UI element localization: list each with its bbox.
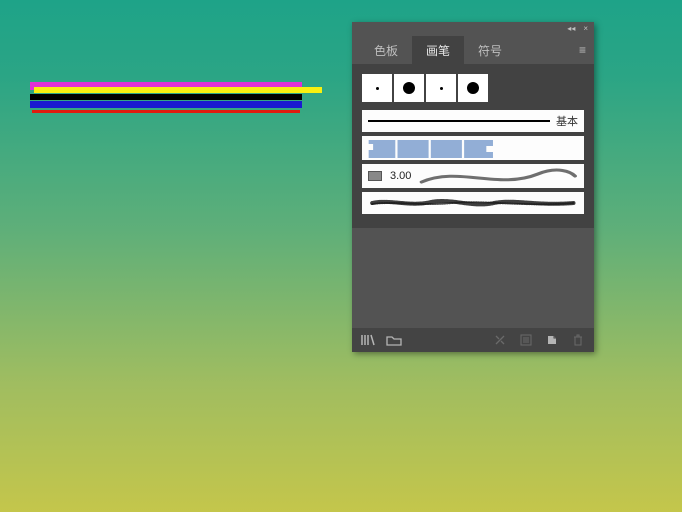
brush-tip-row bbox=[362, 74, 584, 102]
dot-icon bbox=[376, 87, 379, 90]
stroke-red bbox=[32, 110, 300, 113]
new-brush-icon[interactable] bbox=[544, 333, 560, 347]
brush-tip-3[interactable] bbox=[426, 74, 456, 102]
dot-icon bbox=[403, 82, 415, 94]
brush-tip-2[interactable] bbox=[394, 74, 424, 102]
panel-titlebar: ◂◂ × bbox=[352, 22, 594, 36]
collapse-icon[interactable]: ◂◂ bbox=[567, 25, 575, 33]
break-link-icon bbox=[492, 333, 508, 347]
wave-icon bbox=[419, 164, 578, 188]
panel-tabs: 色板 画笔 符号 ≡ bbox=[352, 36, 594, 64]
basic-label: 基本 bbox=[556, 113, 578, 129]
panel-menu-icon[interactable]: ≡ bbox=[571, 36, 594, 64]
tab-swatches[interactable]: 色板 bbox=[360, 36, 412, 64]
stroke-black bbox=[30, 94, 302, 100]
brush-artistic[interactable] bbox=[362, 192, 584, 214]
tab-symbols[interactable]: 符号 bbox=[464, 36, 516, 64]
charcoal-icon bbox=[368, 192, 578, 214]
options-icon bbox=[518, 333, 534, 347]
stroke-weight-value: 3.00 bbox=[390, 170, 411, 182]
brush-calligraphic[interactable] bbox=[362, 136, 584, 160]
stroke-yellow bbox=[34, 87, 322, 93]
stroke-blue bbox=[30, 101, 302, 108]
close-icon[interactable]: × bbox=[583, 25, 588, 33]
brush-tip-1[interactable] bbox=[362, 74, 392, 102]
trash-icon bbox=[570, 333, 586, 347]
basic-line-icon bbox=[368, 120, 550, 122]
brushes-panel: ◂◂ × 色板 画笔 符号 ≡ 基本 bbox=[352, 22, 594, 352]
brush-basic[interactable]: 基本 bbox=[362, 110, 584, 132]
tab-brushes[interactable]: 画笔 bbox=[412, 36, 464, 64]
brush-stroke-preview[interactable]: 3.00 bbox=[362, 164, 584, 188]
brush-tip-4[interactable] bbox=[458, 74, 488, 102]
library-icon[interactable] bbox=[360, 333, 376, 347]
panel-content: 基本 3.00 bbox=[352, 64, 594, 228]
calligraphic-icon bbox=[362, 136, 584, 160]
tablet-icon bbox=[368, 171, 382, 181]
folder-icon[interactable] bbox=[386, 333, 402, 347]
dot-icon bbox=[467, 82, 479, 94]
panel-bottom-bar bbox=[352, 328, 594, 352]
dot-icon bbox=[440, 87, 443, 90]
